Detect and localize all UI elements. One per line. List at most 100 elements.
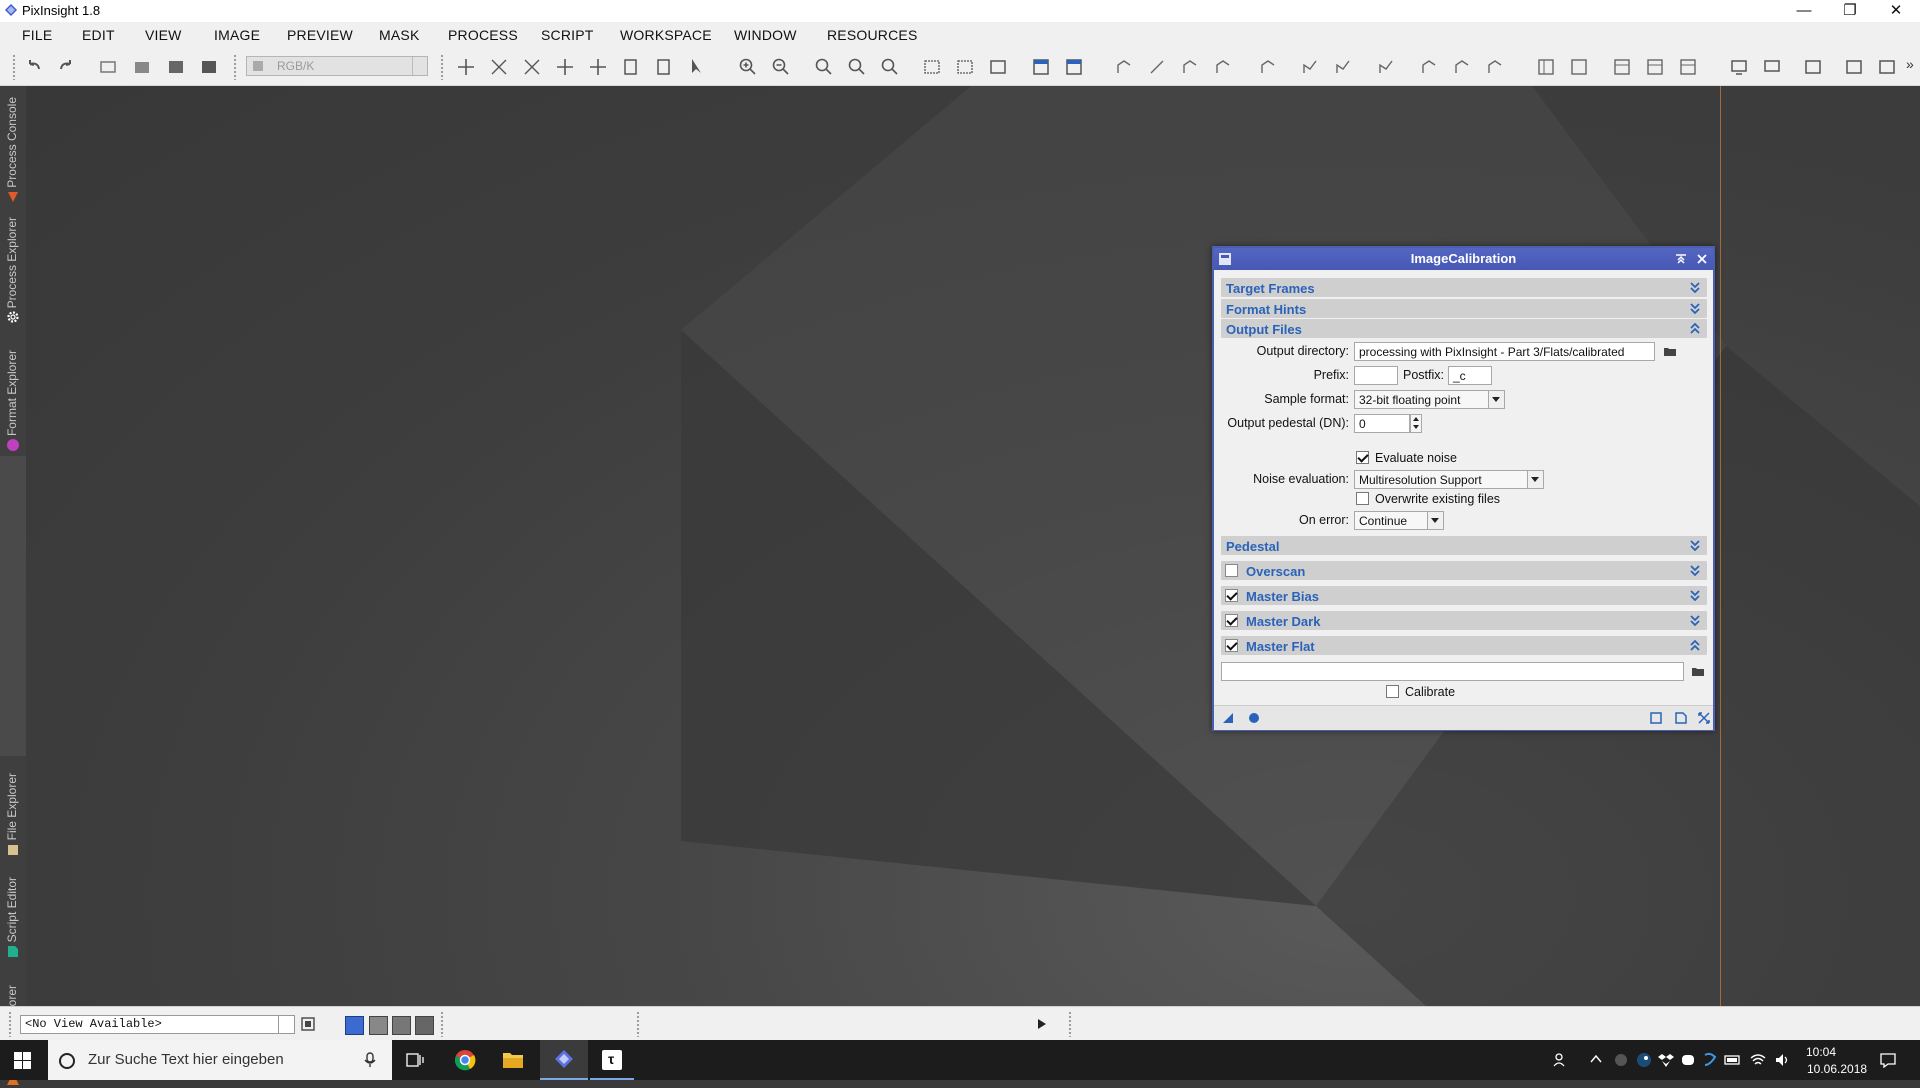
evaluate-noise-checkbox[interactable] xyxy=(1356,451,1369,464)
clock-date[interactable]: 10.06.2018 xyxy=(1807,1062,1867,1076)
color-space-select[interactable]: RGB/K xyxy=(246,56,428,76)
statusbar-grip[interactable] xyxy=(636,1011,640,1037)
overscan-checkbox[interactable] xyxy=(1225,564,1238,577)
section-output-files[interactable]: Output Files xyxy=(1221,319,1707,338)
section-pedestal[interactable]: Pedestal xyxy=(1221,536,1707,555)
shade-icon[interactable] xyxy=(1675,253,1687,265)
tab-file-explorer[interactable]: File Explorer xyxy=(0,758,26,858)
reset-icon[interactable] xyxy=(1698,712,1710,724)
view-info-icon[interactable] xyxy=(301,1017,315,1031)
new-preview-icon[interactable] xyxy=(654,57,674,77)
preview-icon[interactable] xyxy=(621,57,641,77)
folder-icon[interactable] xyxy=(1663,346,1677,357)
zoom-out-icon[interactable] xyxy=(771,57,791,77)
mask-enable-icon[interactable] xyxy=(955,57,975,77)
save-as-icon[interactable] xyxy=(199,57,219,77)
move-icon[interactable] xyxy=(555,57,575,77)
channel-rgb-icon[interactable] xyxy=(345,1016,364,1035)
close-window-button[interactable]: ✕ xyxy=(1873,0,1919,22)
expand-icon[interactable] xyxy=(1689,564,1701,576)
layout-icon-3[interactable] xyxy=(1612,57,1632,77)
menu-process[interactable]: PROCESS xyxy=(448,27,518,43)
edit-instance-icon[interactable] xyxy=(1675,712,1687,724)
master-flat-checkbox[interactable] xyxy=(1225,639,1238,652)
pedestal-spinner[interactable] xyxy=(1410,414,1422,433)
menu-edit[interactable]: EDIT xyxy=(82,27,115,43)
tray-app-icon-2[interactable] xyxy=(1702,1052,1718,1068)
expand-icon[interactable] xyxy=(1689,281,1701,293)
play-icon[interactable] xyxy=(1037,1018,1047,1030)
process-icon-1[interactable] xyxy=(1114,57,1134,77)
readout-icon[interactable] xyxy=(588,57,608,77)
taskbar-pixinsight-active[interactable] xyxy=(540,1040,588,1080)
windows-start-icon[interactable] xyxy=(14,1052,31,1069)
workspace-icon-3[interactable] xyxy=(1877,57,1897,77)
window-tile-icon[interactable] xyxy=(1031,57,1051,77)
pan-icon[interactable] xyxy=(456,57,476,77)
discord-icon[interactable] xyxy=(1680,1052,1696,1068)
dropbox-icon[interactable] xyxy=(1658,1052,1674,1068)
open-icon[interactable] xyxy=(132,57,152,77)
section-master-flat[interactable]: Master Flat xyxy=(1221,636,1707,655)
process-icon-6[interactable] xyxy=(1300,57,1320,77)
section-target-frames[interactable]: Target Frames xyxy=(1221,278,1707,297)
spin-down-icon[interactable] xyxy=(1413,425,1419,429)
collapse-icon[interactable] xyxy=(1689,322,1701,334)
tab-process-console[interactable]: Process Console xyxy=(0,86,26,206)
section-overscan[interactable]: Overscan xyxy=(1221,561,1707,580)
layout-icon-1[interactable] xyxy=(1536,57,1556,77)
menu-resources[interactable]: RESOURCES xyxy=(827,27,917,43)
statusbar-grip[interactable] xyxy=(440,1011,444,1037)
mask-show-icon[interactable] xyxy=(922,57,942,77)
file-explorer-icon[interactable] xyxy=(502,1050,524,1070)
redo-icon[interactable] xyxy=(56,57,76,77)
fit-view-icon[interactable] xyxy=(522,57,542,77)
new-document-icon[interactable] xyxy=(98,57,118,77)
taskbar-search-box[interactable]: Zur Suche Text hier eingeben xyxy=(48,1040,392,1080)
section-format-hints[interactable]: Format Hints xyxy=(1221,299,1707,318)
process-icon-2[interactable] xyxy=(1147,57,1167,77)
steam-icon[interactable] xyxy=(1636,1052,1652,1068)
process-icon-7[interactable] xyxy=(1333,57,1353,77)
monitor-settings-icon[interactable] xyxy=(1762,57,1782,77)
process-icon-8[interactable] xyxy=(1376,57,1396,77)
toolbar-grip[interactable] xyxy=(233,54,237,80)
mask-invert-icon[interactable] xyxy=(988,57,1008,77)
section-master-dark[interactable]: Master Dark xyxy=(1221,611,1707,630)
expand-icon[interactable] xyxy=(1689,589,1701,601)
clock-time[interactable]: 10:04 xyxy=(1806,1045,1836,1059)
folder-icon[interactable] xyxy=(1691,666,1705,677)
layout-icon-2[interactable] xyxy=(1569,57,1589,77)
window-cascade-icon[interactable] xyxy=(1064,57,1084,77)
menu-script[interactable]: SCRIPT xyxy=(541,27,594,43)
layout-icon-5[interactable] xyxy=(1678,57,1698,77)
menu-window[interactable]: WINDOW xyxy=(734,27,797,43)
new-instance-icon[interactable] xyxy=(1222,712,1234,724)
task-view-icon[interactable] xyxy=(406,1052,424,1068)
section-master-bias[interactable]: Master Bias xyxy=(1221,586,1707,605)
typora-icon[interactable]: τ xyxy=(590,1050,634,1080)
process-icon-4[interactable] xyxy=(1213,57,1233,77)
apply-global-icon[interactable] xyxy=(1248,712,1260,724)
zoom-in-icon[interactable] xyxy=(738,57,758,77)
output-pedestal-field[interactable]: 0 xyxy=(1354,414,1410,433)
wifi-icon[interactable] xyxy=(1750,1052,1766,1068)
channel-blue-icon[interactable] xyxy=(415,1016,434,1035)
tab-process-explorer[interactable]: Process Explorer xyxy=(0,208,26,326)
minimize-button[interactable]: — xyxy=(1781,0,1827,22)
postfix-field[interactable]: _c xyxy=(1448,366,1492,385)
menu-mask[interactable]: MASK xyxy=(379,27,419,43)
master-dark-checkbox[interactable] xyxy=(1225,614,1238,627)
browse-docs-icon[interactable] xyxy=(1650,712,1662,724)
layout-icon-4[interactable] xyxy=(1645,57,1665,77)
calibrate-flat-checkbox[interactable] xyxy=(1386,685,1399,698)
process-icon-3[interactable] xyxy=(1180,57,1200,77)
menu-workspace[interactable]: WORKSPACE xyxy=(620,27,712,43)
channel-red-icon[interactable] xyxy=(369,1016,388,1035)
toolbar-overflow-icon[interactable]: » xyxy=(1906,56,1914,72)
chevron-up-icon[interactable] xyxy=(1590,1054,1602,1064)
menu-image[interactable]: IMAGE xyxy=(214,27,260,43)
on-error-select[interactable]: Continue xyxy=(1354,511,1444,530)
tab-format-explorer[interactable]: Format Explorer xyxy=(0,328,26,454)
notifications-icon[interactable] xyxy=(1880,1052,1896,1068)
